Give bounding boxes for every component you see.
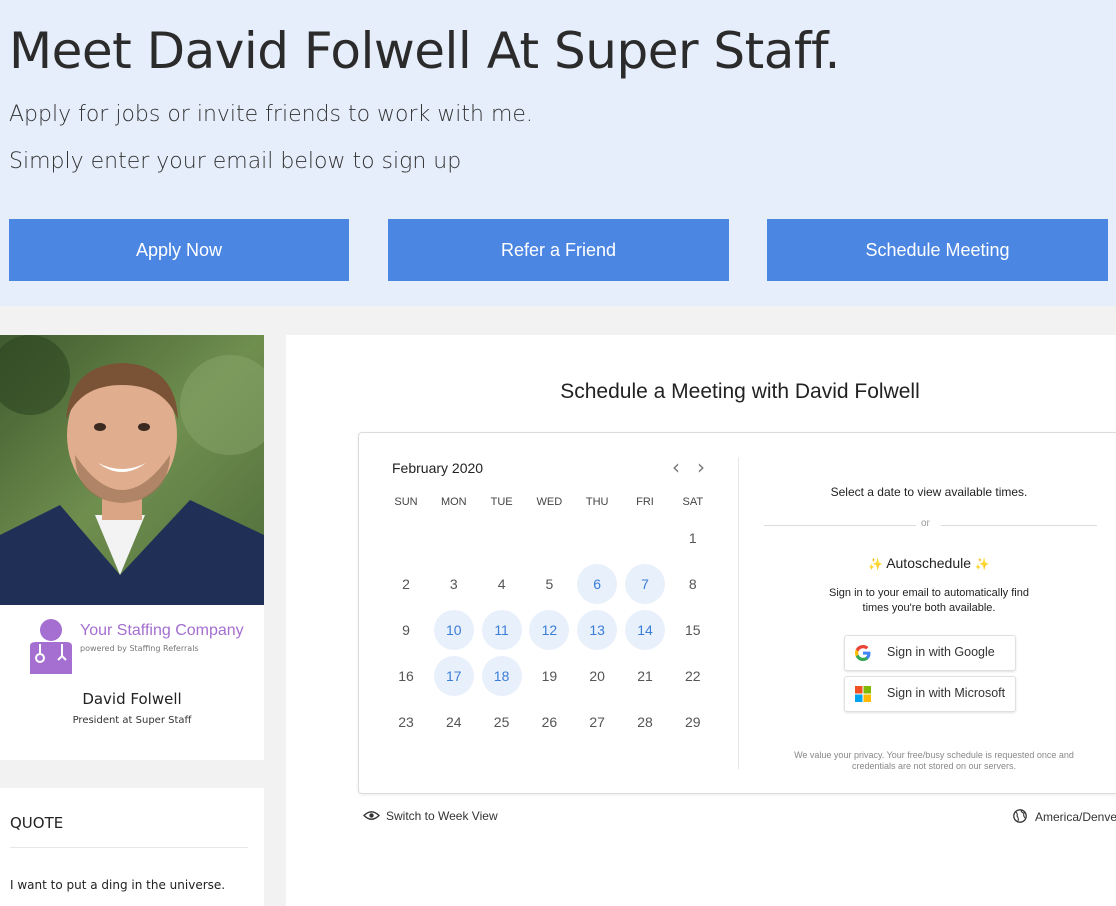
calendar-day: 8 — [688, 576, 697, 592]
calendar-day: 4 — [497, 576, 506, 592]
globe-icon — [1013, 809, 1027, 823]
calendar-day: 9 — [402, 622, 410, 638]
calendar-day: 29 — [685, 714, 701, 730]
quote-text: I want to put a ding in the universe. — [10, 878, 226, 892]
calendar-day-available[interactable]: 7 — [625, 564, 665, 604]
microsoft-signin-button[interactable]: Sign in with Microsoft — [844, 676, 1016, 712]
weekday-label: WED — [536, 496, 563, 508]
autoschedule-desc-line2: times you're both available. — [862, 602, 996, 614]
calendar-day: 25 — [493, 714, 510, 730]
calendar-day: 2 — [402, 576, 410, 592]
hero-instruction: Simply enter your email below to sign up — [9, 149, 462, 174]
calendar-day-available[interactable]: 6 — [577, 564, 618, 604]
calendar-day: 5 — [545, 576, 554, 592]
calendar-day-available[interactable]: 18 — [481, 656, 522, 696]
timezone-label: America/Denve — [1035, 810, 1116, 824]
company-name: Your Staffing Company — [80, 622, 244, 639]
privacy-notice: We value your privacy. Your free/busy sc… — [764, 750, 1104, 772]
hero-subtitle: Apply for jobs or invite friends to work… — [9, 102, 533, 127]
weekday-label: TUE — [490, 496, 513, 508]
autoschedule-title: ✨ Autoschedule ✨ — [764, 555, 1094, 571]
weekday-label: FRI — [636, 496, 654, 508]
or-label: or — [921, 518, 930, 529]
weekday-label: SAT — [682, 496, 704, 508]
sparkle-icon: ✨ — [974, 557, 990, 571]
calendar-day: 22 — [685, 668, 701, 684]
autoschedule-label: Autoschedule — [886, 555, 972, 571]
calendar-day: 28 — [637, 714, 653, 730]
calendar-day-available[interactable]: 11 — [481, 610, 522, 650]
microsoft-signin-label: Sign in with Microsoft — [887, 686, 1006, 700]
company-brand: Your Staffing Company powered by Staffin… — [28, 618, 244, 674]
or-divider-right — [941, 525, 1097, 526]
profile-card: Your Staffing Company powered by Staffin… — [0, 335, 264, 760]
microsoft-icon — [855, 686, 871, 702]
calendar-day: 1 — [688, 530, 697, 546]
calendar-month: February 2020 — [392, 460, 484, 476]
google-signin-label: Sign in with Google — [887, 645, 995, 659]
or-divider-left — [764, 525, 916, 526]
quote-card: QUOTE I want to put a ding in the univer… — [0, 788, 264, 906]
calendar-day-available[interactable]: 12 — [529, 610, 570, 650]
calendar-day: 23 — [398, 714, 414, 730]
quote-heading: QUOTE — [10, 814, 64, 832]
scheduler-panel: Schedule a Meeting with David Folwell Fe… — [286, 335, 1116, 906]
calendar-day: 16 — [398, 668, 414, 684]
page-title: Meet David Folwell At Super Staff. — [9, 22, 840, 80]
schedule-meeting-button[interactable]: Schedule Meeting — [767, 219, 1108, 281]
autoschedule-desc-line1: Sign in to your email to automatically f… — [829, 587, 1029, 599]
weekday-label: MON — [440, 496, 467, 508]
privacy-line2: credentials are not stored on our server… — [851, 761, 1017, 771]
privacy-line1: We value your privacy. Your free/busy sc… — [794, 750, 1074, 760]
calendar-day: 21 — [637, 668, 653, 684]
calendar-day: 15 — [685, 622, 701, 638]
week-view-toggle[interactable]: Switch to Week View — [363, 809, 498, 823]
quote-divider — [10, 847, 248, 848]
google-signin-button[interactable]: Sign in with Google — [844, 635, 1016, 671]
calendar-day: 26 — [541, 714, 558, 730]
calendar-divider — [738, 457, 739, 769]
chevron-right-icon[interactable]: › — [697, 457, 705, 477]
calendar-widget: February 2020 ‹ › SUN MON TUE WED THU FRI SAT … — [358, 432, 1116, 794]
eye-icon — [363, 811, 380, 820]
chevron-left-icon[interactable]: ‹ — [672, 457, 680, 477]
staffing-logo-icon — [30, 619, 72, 674]
profile-name: David Folwell — [82, 690, 182, 708]
profile-title: President at Super Staff — [72, 715, 192, 726]
company-tagline: powered by Staffing Referrals — [80, 644, 199, 653]
calendar-day: 3 — [449, 576, 458, 592]
calendar-day-available[interactable]: 14 — [625, 610, 665, 650]
calendar-day-available[interactable]: 13 — [577, 610, 618, 650]
weekday-label: SUN — [394, 496, 418, 508]
sparkle-icon: ✨ — [868, 557, 884, 571]
select-date-prompt: Select a date to view available times. — [830, 485, 1028, 499]
calendar-day: 24 — [446, 714, 462, 730]
weekday-label: THU — [585, 496, 609, 508]
google-icon — [855, 645, 871, 661]
timezone-selector[interactable]: America/Denve — [1013, 809, 1116, 824]
apply-now-button[interactable]: Apply Now — [9, 219, 349, 281]
profile-photo — [0, 335, 264, 605]
week-view-label: Switch to Week View — [386, 809, 498, 823]
calendar-day-available[interactable]: 17 — [433, 656, 474, 696]
calendar-day-available[interactable]: 10 — [433, 610, 474, 650]
hero-banner: Meet David Folwell At Super Staff. Apply… — [0, 0, 1116, 306]
scheduler-heading: Schedule a Meeting with David Folwell — [560, 380, 920, 403]
calendar-day: 20 — [589, 668, 605, 684]
refer-friend-button[interactable]: Refer a Friend — [388, 219, 729, 281]
calendar-day: 19 — [541, 668, 558, 684]
calendar-day: 27 — [589, 714, 605, 730]
